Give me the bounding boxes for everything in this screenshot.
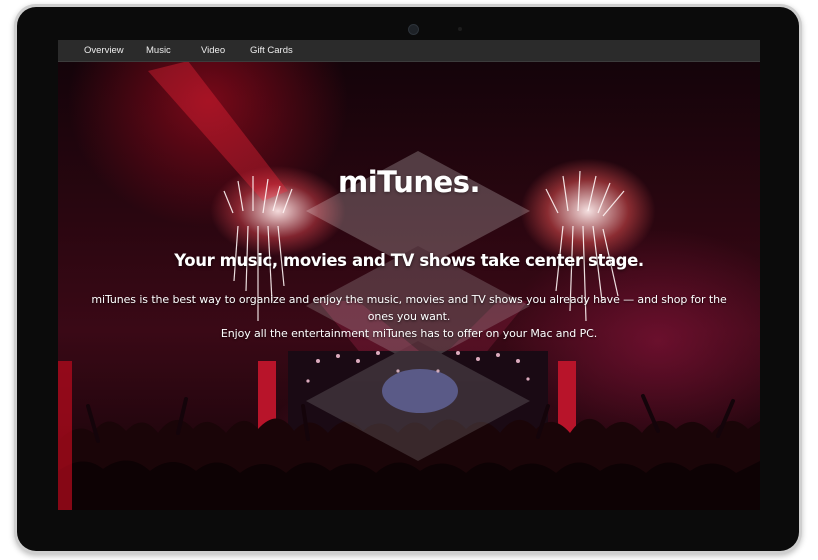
nav-item-video[interactable]: Video: [201, 45, 225, 56]
nav-item-music[interactable]: Music: [146, 45, 171, 56]
nav-item-gift-cards[interactable]: Gift Cards: [250, 45, 293, 56]
light-sensor: [458, 27, 462, 31]
nav-item-overview[interactable]: Overview: [84, 45, 124, 56]
hero-description: miTunes is the best way to organize and …: [78, 291, 740, 342]
hero-subtitle: Your music, movies and TV shows take cen…: [174, 251, 644, 270]
hero-description-line: miTunes is the best way to organize and …: [91, 293, 727, 323]
concert-background-image: [58, 61, 760, 510]
hero-description-line: Enjoy all the entertainment miTunes has …: [220, 327, 598, 340]
hero-title: miTunes.: [338, 165, 481, 199]
tablet-screen: Overview Music Video Gift Cards miTunes.…: [58, 40, 760, 510]
hero-section: miTunes. Your music, movies and TV shows…: [58, 61, 760, 510]
top-navbar: Overview Music Video Gift Cards: [58, 40, 760, 62]
camera-icon: [408, 24, 419, 35]
